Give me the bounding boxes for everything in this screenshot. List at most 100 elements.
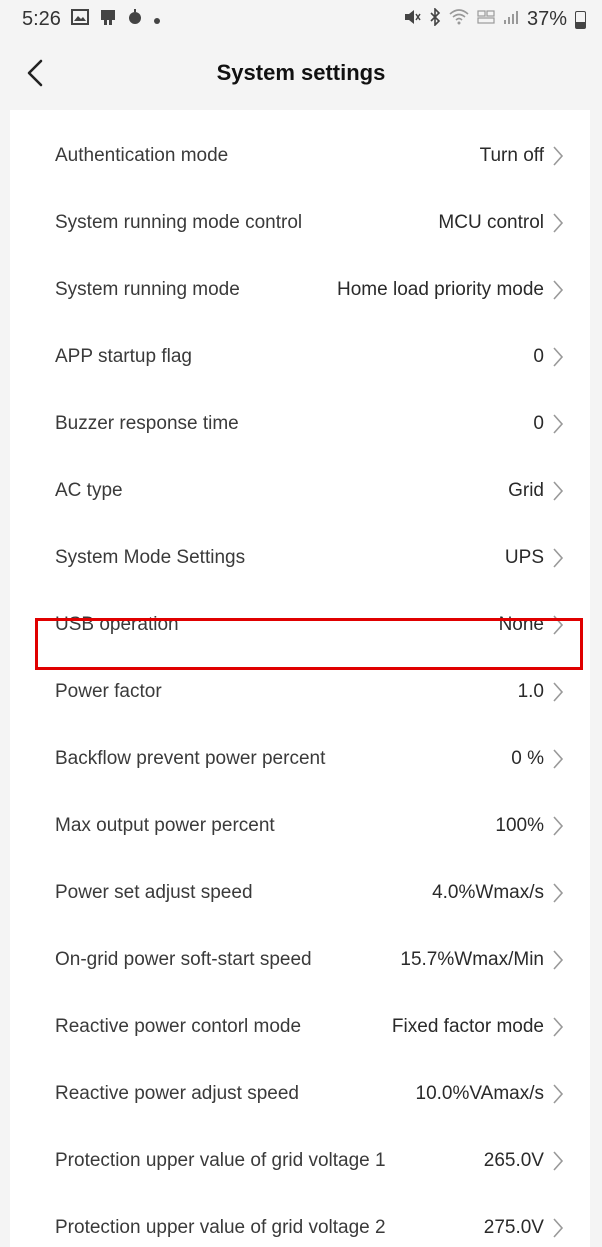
setting-row[interactable]: Reactive power contorl mode Fixed factor… xyxy=(10,993,590,1060)
setting-value: UPS xyxy=(504,546,544,568)
status-time: 5:26 xyxy=(22,8,61,30)
setting-row[interactable]: AC type Grid xyxy=(10,457,590,524)
setting-value: 0 % xyxy=(511,747,544,769)
chevron-right-icon xyxy=(553,279,564,300)
setting-value: 100% xyxy=(495,814,544,836)
battery-icon xyxy=(575,10,586,29)
setting-row[interactable]: Protection upper value of grid voltage 1… xyxy=(10,1127,590,1194)
setting-row[interactable]: Power factor 1.0 xyxy=(10,658,590,725)
setting-value-group: 100% xyxy=(495,815,564,837)
setting-row[interactable]: USB operation None xyxy=(10,591,590,658)
chevron-right-icon xyxy=(553,614,564,635)
chevron-right-icon xyxy=(553,882,564,903)
setting-row[interactable]: Max output power percent 100% xyxy=(10,792,590,859)
setting-row-backflow[interactable]: Backflow prevent power percent 0 % xyxy=(10,725,590,792)
chevron-right-icon xyxy=(553,212,564,233)
setting-value-group: UPS xyxy=(505,547,564,569)
setting-value: 275.0V xyxy=(483,1216,544,1238)
mute-icon xyxy=(403,9,421,30)
chevron-right-icon xyxy=(553,346,564,367)
setting-value-group: None xyxy=(499,614,564,636)
chevron-right-icon xyxy=(553,815,564,836)
setting-value: None xyxy=(498,613,544,635)
setting-label: AC type xyxy=(55,479,123,501)
setting-label: USB operation xyxy=(55,613,179,635)
alarm-clock-icon xyxy=(127,8,143,31)
setting-value: Turn off xyxy=(479,144,544,166)
chevron-right-icon xyxy=(553,1016,564,1037)
setting-value-group: Turn off xyxy=(480,145,564,167)
chevron-right-icon xyxy=(553,145,564,166)
chevron-right-icon xyxy=(553,681,564,702)
setting-value: MCU control xyxy=(438,211,544,233)
chevron-right-icon xyxy=(553,748,564,769)
setting-row[interactable]: System running mode control MCU control xyxy=(10,189,590,256)
setting-value-group: 0 xyxy=(533,346,564,368)
setting-value: Home load priority mode xyxy=(337,278,544,300)
setting-label: Buzzer response time xyxy=(55,412,239,434)
status-bar: 5:26 37% xyxy=(0,0,602,40)
setting-value-group: 10.0%VAmax/s xyxy=(416,1083,564,1105)
setting-value-group: Fixed factor mode xyxy=(392,1016,564,1038)
setting-row[interactable]: System running mode Home load priority m… xyxy=(10,256,590,323)
setting-value-group: 1.0 xyxy=(518,681,564,703)
setting-label: Backflow prevent power percent xyxy=(55,747,326,769)
setting-value-group: Grid xyxy=(508,480,564,502)
setting-label: Protection upper value of grid voltage 2 xyxy=(55,1216,386,1238)
setting-value: 4.0%Wmax/s xyxy=(432,881,544,903)
setting-value: 10.0%VAmax/s xyxy=(415,1082,544,1104)
setting-value-group: 15.7%Wmax/Min xyxy=(400,949,564,971)
chevron-right-icon xyxy=(553,480,564,501)
setting-value-group: 0 % xyxy=(511,748,564,770)
setting-label: Reactive power contorl mode xyxy=(55,1015,302,1037)
setting-label: Authentication mode xyxy=(55,144,229,166)
setting-row[interactable]: APP startup flag 0 xyxy=(10,323,590,390)
setting-value-group: 0 xyxy=(533,413,564,435)
sim-icon xyxy=(99,8,117,31)
status-left: 5:26 xyxy=(22,8,161,31)
setting-value: 15.7%Wmax/Min xyxy=(400,948,544,970)
volte-icon xyxy=(477,9,495,30)
status-right: 37% xyxy=(403,7,586,31)
page-title: System settings xyxy=(216,60,386,85)
setting-row[interactable]: Power set adjust speed 4.0%Wmax/s xyxy=(10,859,590,926)
setting-label: System running mode xyxy=(55,278,240,300)
gallery-icon xyxy=(70,9,89,30)
chevron-right-icon xyxy=(553,1217,564,1238)
chevron-right-icon xyxy=(553,1083,564,1104)
chevron-right-icon xyxy=(553,949,564,970)
setting-value: Fixed factor mode xyxy=(391,1015,544,1037)
setting-label: System running mode control xyxy=(55,211,303,233)
chevron-right-icon xyxy=(553,1150,564,1171)
dot-icon xyxy=(153,9,161,30)
setting-value: 0 xyxy=(533,345,544,367)
wifi-icon xyxy=(449,9,469,30)
setting-row[interactable]: Authentication mode Turn off xyxy=(10,122,590,189)
setting-label: System Mode Settings xyxy=(55,546,246,568)
setting-value-group: 265.0V xyxy=(484,1150,564,1172)
chevron-right-icon xyxy=(553,413,564,434)
setting-row[interactable]: Reactive power adjust speed 10.0%VAmax/s xyxy=(10,1060,590,1127)
setting-value: 1.0 xyxy=(517,680,544,702)
setting-value-group: 4.0%Wmax/s xyxy=(432,882,564,904)
setting-label: Max output power percent xyxy=(55,814,275,836)
setting-label: Power set adjust speed xyxy=(55,881,253,903)
chevron-right-icon xyxy=(553,547,564,568)
app-header: System settings xyxy=(0,40,602,110)
setting-value-group: MCU control xyxy=(438,212,564,234)
setting-row[interactable]: Buzzer response time 0 xyxy=(10,390,590,457)
setting-row[interactable]: System Mode Settings UPS xyxy=(10,524,590,591)
setting-label: Protection upper value of grid voltage 1 xyxy=(55,1149,386,1171)
bluetooth-icon xyxy=(429,7,441,31)
setting-value: 265.0V xyxy=(483,1149,544,1171)
signal-icon xyxy=(503,9,519,30)
setting-label: On-grid power soft-start speed xyxy=(55,948,312,970)
setting-value: Grid xyxy=(508,479,544,501)
battery-percent: 37% xyxy=(526,8,567,30)
setting-label: Reactive power adjust speed xyxy=(55,1082,299,1104)
setting-row[interactable]: On-grid power soft-start speed 15.7%Wmax… xyxy=(10,926,590,993)
setting-label: APP startup flag xyxy=(55,345,192,367)
setting-label: Power factor xyxy=(55,680,162,702)
setting-value-group: Home load priority mode xyxy=(337,279,564,301)
setting-row[interactable]: Protection upper value of grid voltage 2… xyxy=(10,1194,590,1247)
